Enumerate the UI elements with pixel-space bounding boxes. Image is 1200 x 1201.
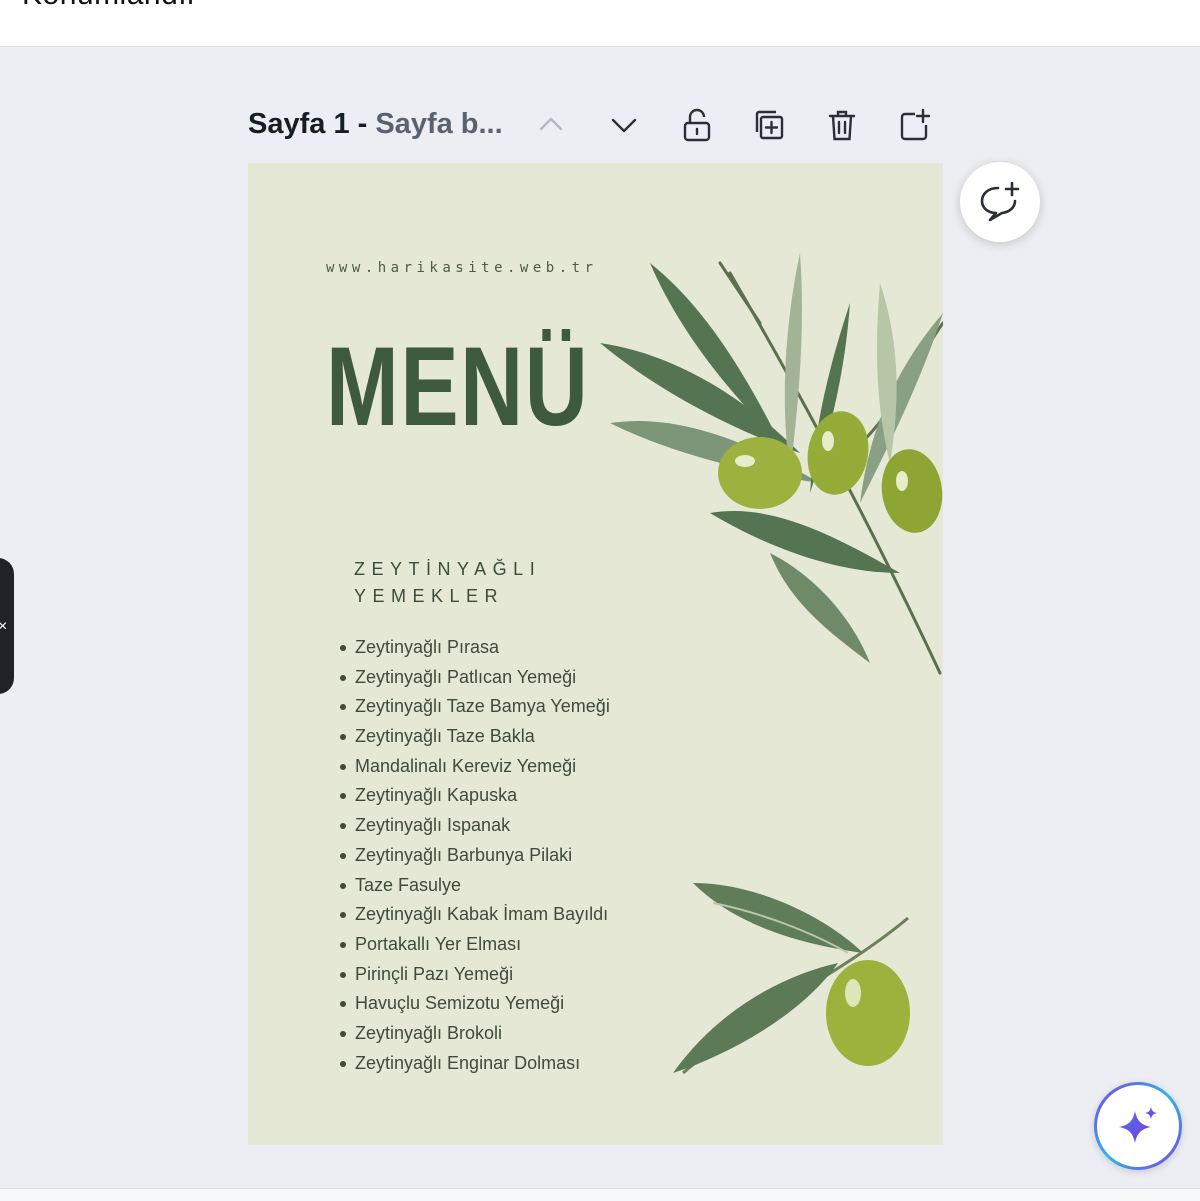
top-bar: Konumlandır	[0, 0, 1200, 47]
olive-sprig-illustration[interactable]	[673, 873, 913, 1083]
dish-item[interactable]: Zeytinyağlı Pırasa	[340, 633, 610, 663]
magic-assistant-button[interactable]	[1094, 1082, 1182, 1170]
sparkle-icon	[1119, 1107, 1157, 1143]
move-page-up-button[interactable]	[528, 102, 574, 148]
dish-list[interactable]: Zeytinyağlı Pırasa Zeytinyağlı Patlıcan Y…	[340, 633, 610, 1078]
menu-title[interactable]: MENÜ	[326, 331, 589, 443]
add-comment-button[interactable]	[960, 162, 1040, 242]
duplicate-icon	[755, 110, 784, 140]
unlock-icon	[683, 108, 711, 142]
close-icon[interactable]: ×	[0, 618, 7, 636]
page-title[interactable]: Sayfa 1 - Sayfa b...	[248, 108, 503, 141]
dish-item[interactable]: Taze Fasulye	[340, 871, 610, 901]
dish-item[interactable]: Mandalinalı Kereviz Yemeği	[340, 752, 610, 782]
dish-item[interactable]: Pirinçli Pazı Yemeği	[340, 960, 610, 990]
section-title[interactable]: ZEYTİNYAĞLI YEMEKLER	[354, 556, 594, 610]
dish-item[interactable]: Portakallı Yer Elması	[340, 930, 610, 960]
duplicate-page-button[interactable]	[746, 102, 792, 148]
dish-item[interactable]: Zeytinyağlı Brokoli	[340, 1019, 610, 1049]
chevron-down-icon	[611, 118, 637, 133]
trash-icon	[828, 110, 856, 141]
add-page-button[interactable]	[891, 102, 937, 148]
dish-item[interactable]: Zeytinyağlı Ispanak	[340, 811, 610, 841]
bottom-bar	[0, 1188, 1200, 1201]
chevron-up-icon	[539, 117, 563, 131]
dish-item[interactable]: Zeytinyağlı Barbunya Pilaki	[340, 841, 610, 871]
add-comment-icon	[980, 181, 1020, 222]
dish-item[interactable]: Zeytinyağlı Patlıcan Yemeği	[340, 663, 610, 693]
lock-page-button[interactable]	[674, 102, 720, 148]
dish-item[interactable]: Havuçlu Semizotu Yemeği	[340, 989, 610, 1019]
page-subtitle[interactable]: Sayfa b...	[375, 108, 502, 140]
delete-page-button[interactable]	[819, 102, 865, 148]
page-number-label: Sayfa 1 -	[248, 108, 376, 140]
site-url[interactable]: www.harikasite.web.tr	[326, 260, 598, 276]
dish-item[interactable]: Zeytinyağlı Kapuska	[340, 781, 610, 811]
dish-item[interactable]: Zeytinyağlı Kabak İmam Bayıldı	[340, 900, 610, 930]
olive-branch-illustration[interactable]	[600, 243, 943, 683]
add-page-icon	[900, 108, 931, 141]
side-panel-tab[interactable]: ×	[0, 558, 14, 694]
dish-item[interactable]: Zeytinyağlı Enginar Dolması	[340, 1049, 610, 1079]
move-page-down-button[interactable]	[601, 102, 647, 148]
page-toolbar: Sayfa 1 - Sayfa b...	[248, 100, 948, 154]
design-canvas[interactable]: www.harikasite.web.tr MENÜ ZEYTİNYAĞLI Y…	[248, 163, 943, 1145]
top-bar-title: Konumlandır	[22, 0, 198, 12]
dish-item[interactable]: Zeytinyağlı Taze Bakla	[340, 722, 610, 752]
dish-item[interactable]: Zeytinyağlı Taze Bamya Yemeği	[340, 692, 610, 722]
